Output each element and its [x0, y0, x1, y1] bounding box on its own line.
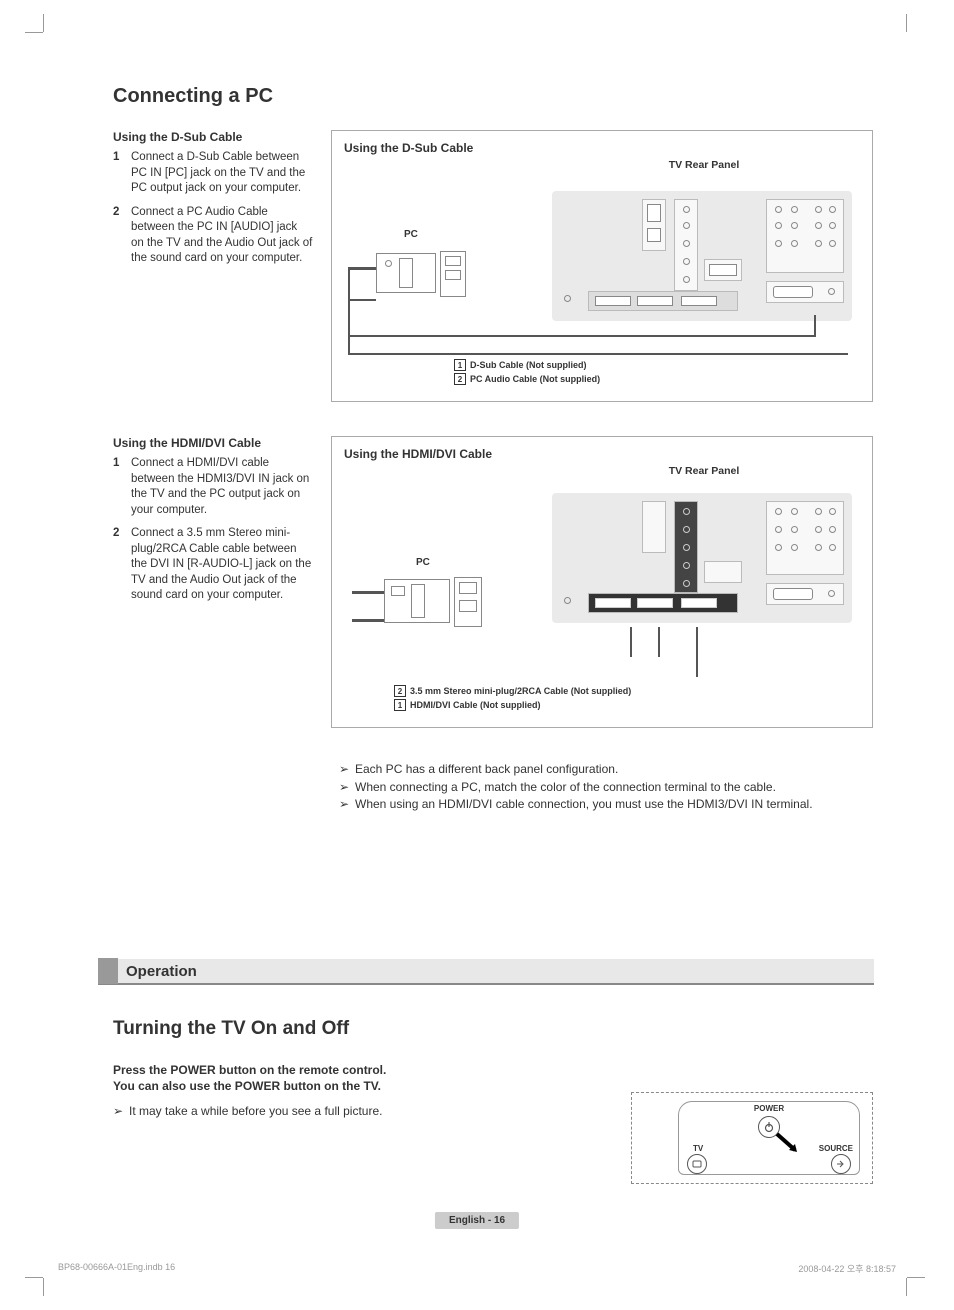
source-button-icon — [831, 1154, 851, 1174]
step-text: Connect a HDMI/DVI cable between the HDM… — [131, 456, 313, 518]
cable-icon — [348, 299, 376, 301]
note-text: It may take a while before you see a ful… — [129, 1104, 382, 1118]
page-number-badge: English - 16 — [435, 1212, 519, 1229]
diagram-title: Using the HDMI/DVI Cable — [344, 447, 860, 461]
list-item: 1 Connect a HDMI/DVI cable between the H… — [113, 456, 313, 518]
note-arrow-icon: ➢ — [113, 1104, 129, 1118]
intro-line: Press the POWER button on the remote con… — [113, 1062, 873, 1078]
cable-icon — [352, 591, 384, 594]
list-item: 1 Connect a D-Sub Cable between PC IN [P… — [113, 150, 313, 197]
crop-mark — [43, 14, 44, 32]
subsection-title: Turning the TV On and Off — [113, 1018, 873, 1040]
page-title: Connecting a PC — [113, 85, 873, 108]
cable-icon — [352, 619, 384, 622]
legend-number: 1 — [394, 699, 406, 711]
tv-rear-panel-label: TV Rear Panel — [604, 159, 804, 171]
pc-label: PC — [416, 557, 430, 568]
notes-block: ➢Each PC has a different back panel conf… — [339, 762, 873, 813]
note-text: When connecting a PC, match the color of… — [355, 780, 873, 796]
remote-diagram: POWER TV SOURCE — [631, 1092, 873, 1184]
diagram-title: Using the D-Sub Cable — [344, 141, 860, 155]
note-arrow-icon: ➢ — [339, 780, 355, 796]
tv-button-icon — [687, 1154, 707, 1174]
list-item: 2 Connect a PC Audio Cable between the P… — [113, 205, 313, 267]
footer-filename: BP68-00666A-01Eng.indb 16 — [58, 1262, 175, 1272]
legend-text: D-Sub Cable (Not supplied) — [470, 360, 587, 370]
tv-rear-panel-icon — [552, 191, 852, 321]
footer-timestamp: 2008-04-22 오후 8:18:57 — [798, 1262, 896, 1275]
hdmi-diagram: Using the HDMI/DVI Cable TV Rear Panel P… — [331, 436, 873, 728]
legend-number: 1 — [454, 359, 466, 371]
step-number: 1 — [113, 456, 131, 518]
pc-chassis-icon — [376, 253, 436, 293]
hdmi-heading: Using the HDMI/DVI Cable — [113, 436, 313, 450]
legend-number: 2 — [454, 373, 466, 385]
step-text: Connect a D-Sub Cable between PC IN [PC]… — [131, 150, 313, 197]
list-item: 2 Connect a 3.5 mm Stereo mini-plug/2RCA… — [113, 526, 313, 604]
legend-row: 1 D-Sub Cable (Not supplied) — [454, 359, 860, 371]
power-label: POWER — [754, 1104, 784, 1113]
section-header: Operation — [98, 959, 874, 985]
crop-mark — [907, 1277, 925, 1278]
crop-mark — [25, 32, 43, 33]
pc-label: PC — [404, 229, 418, 240]
step-number: 2 — [113, 205, 131, 267]
intro-text: Press the POWER button on the remote con… — [113, 1062, 873, 1094]
pointer-arrow-icon — [775, 1132, 801, 1154]
note-arrow-icon: ➢ — [339, 762, 355, 778]
pc-ports-icon — [454, 577, 482, 627]
dsub-diagram: Using the D-Sub Cable TV Rear Panel PC — [331, 130, 873, 402]
section-title: Operation — [126, 963, 197, 980]
note-arrow-icon: ➢ — [339, 797, 355, 813]
tv-label: TV — [693, 1144, 703, 1153]
crop-mark — [25, 1277, 43, 1278]
legend-row: 2 PC Audio Cable (Not supplied) — [454, 373, 860, 385]
tv-rear-panel-icon — [552, 493, 852, 623]
crop-mark — [43, 1278, 44, 1296]
crop-mark — [906, 14, 907, 32]
cable-icon — [348, 267, 376, 270]
step-number: 1 — [113, 150, 131, 197]
note-text: When using an HDMI/DVI cable connection,… — [355, 797, 873, 813]
pc-ports-icon — [440, 251, 466, 297]
legend-text: HDMI/DVI Cable (Not supplied) — [410, 700, 541, 710]
legend-row: 1 HDMI/DVI Cable (Not supplied) — [394, 699, 860, 711]
source-label: SOURCE — [819, 1144, 853, 1153]
legend-number: 2 — [394, 685, 406, 697]
step-text: Connect a 3.5 mm Stereo mini-plug/2RCA C… — [131, 526, 313, 604]
crop-mark — [906, 1278, 907, 1296]
legend-text: PC Audio Cable (Not supplied) — [470, 374, 600, 384]
note-text: Each PC has a different back panel confi… — [355, 762, 873, 778]
section-accent-icon — [98, 958, 118, 984]
tv-rear-panel-label: TV Rear Panel — [604, 465, 804, 477]
legend-text: 3.5 mm Stereo mini-plug/2RCA Cable (Not … — [410, 686, 631, 696]
pc-chassis-icon — [384, 579, 450, 623]
step-text: Connect a PC Audio Cable between the PC … — [131, 205, 313, 267]
dsub-heading: Using the D-Sub Cable — [113, 130, 313, 144]
step-number: 2 — [113, 526, 131, 604]
legend-row: 2 3.5 mm Stereo mini-plug/2RCA Cable (No… — [394, 685, 860, 697]
